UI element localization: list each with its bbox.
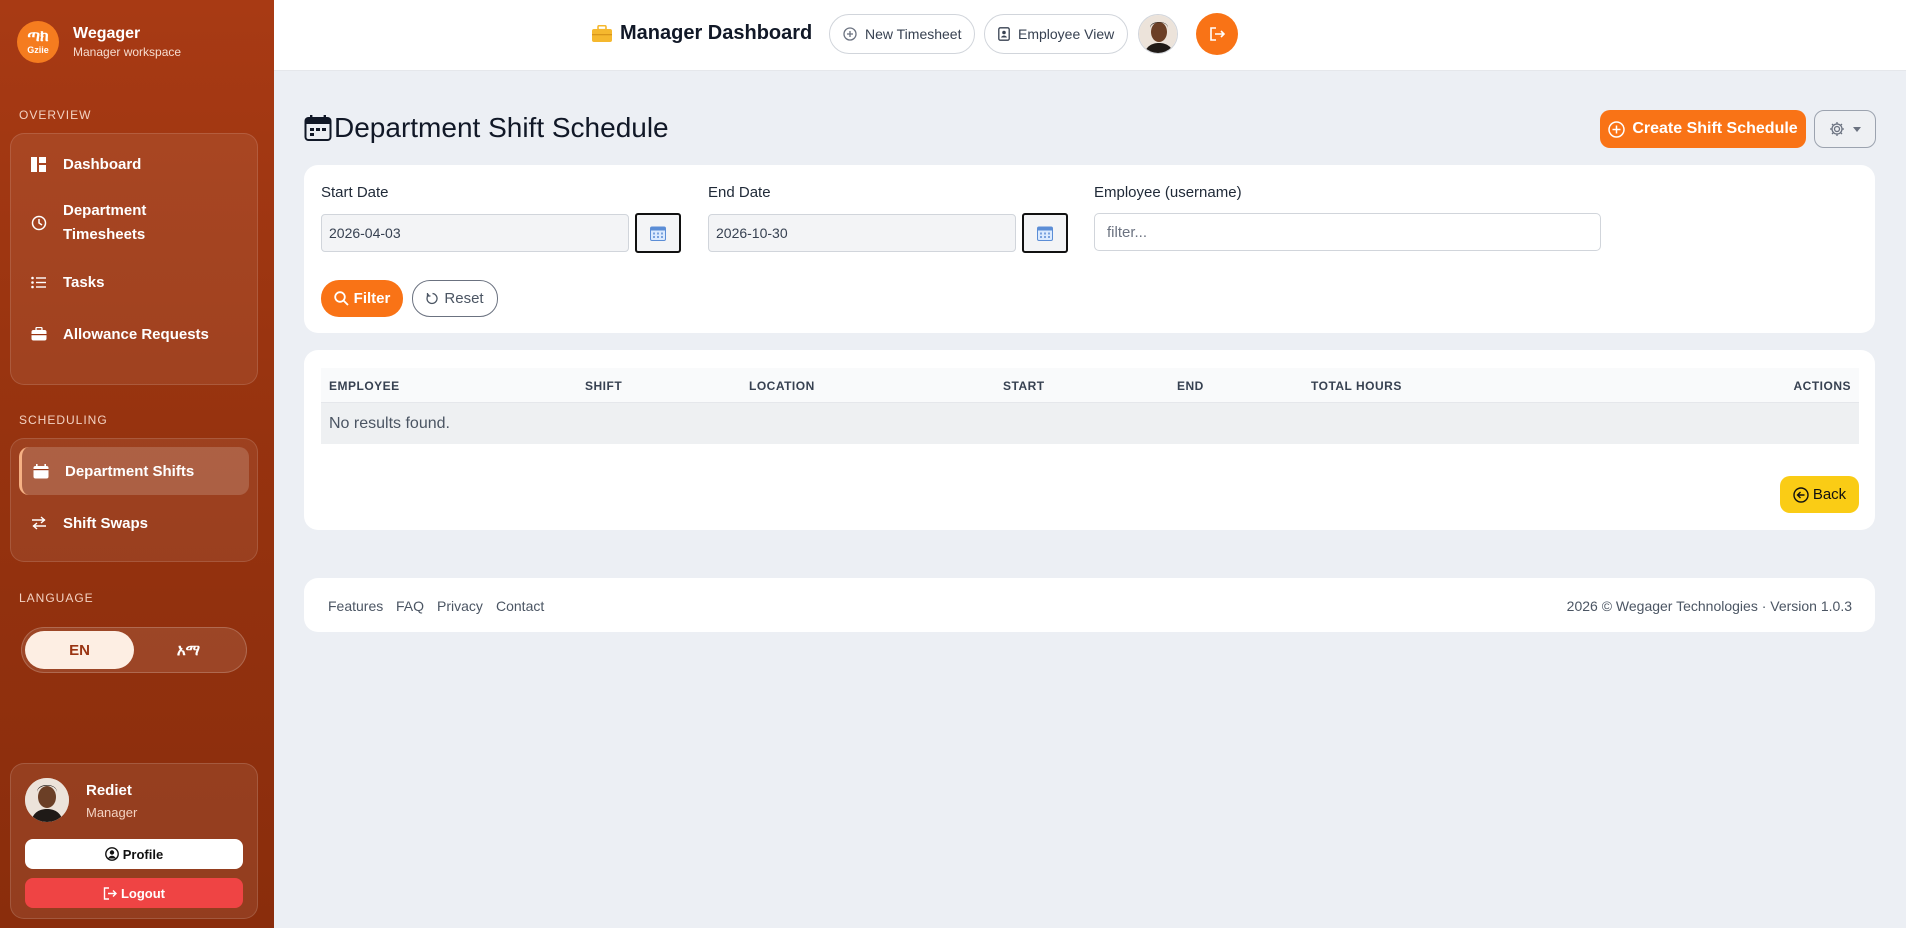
refresh-icon xyxy=(426,292,439,305)
footer-copyright: 2026 © Wegager Technologies · Version 1.… xyxy=(1566,598,1852,614)
footer-link-features[interactable]: Features xyxy=(328,598,383,614)
search-icon xyxy=(333,291,349,306)
footer-link-faq[interactable]: FAQ xyxy=(396,598,424,614)
manager-dashboard-title[interactable]: Manager Dashboard xyxy=(592,22,812,45)
sidebar-item-label: Dashboard xyxy=(63,155,142,173)
column-header-employee[interactable]: EMPLOYEE xyxy=(329,379,400,393)
new-timesheet-label: New Timesheet xyxy=(865,26,962,42)
page-title: Department Shift Schedule xyxy=(304,112,669,144)
brand-name: Wegager xyxy=(73,25,141,42)
column-header-shift[interactable]: SHIFT xyxy=(585,379,622,393)
plus-circle-icon xyxy=(1608,120,1626,138)
column-header-start[interactable]: START xyxy=(1003,379,1045,393)
table-header: EMPLOYEE SHIFT LOCATION START END TOTAL … xyxy=(321,368,1859,403)
manager-dashboard-title-text: Manager Dashboard xyxy=(620,22,813,44)
exit-button[interactable] xyxy=(1196,13,1238,55)
language-section-title: LANGUAGE xyxy=(19,591,94,605)
scheduling-nav: Department Shifts Shift Swaps xyxy=(10,438,258,562)
create-shift-schedule-label: Create Shift Schedule xyxy=(1632,120,1798,137)
employee-filter-input[interactable]: filter... xyxy=(1094,213,1601,251)
id-badge-icon xyxy=(998,27,1010,41)
create-shift-schedule-button[interactable]: Create Shift Schedule xyxy=(1600,110,1806,148)
column-header-total-hours[interactable]: TOTAL HOURS xyxy=(1311,379,1402,393)
arrow-left-circle-icon xyxy=(1793,486,1809,503)
brand-subtitle: Manager workspace xyxy=(73,45,182,59)
reset-label: Reset xyxy=(444,290,484,307)
calendar-icon xyxy=(304,114,332,142)
reset-button[interactable]: Reset xyxy=(412,280,498,317)
briefcase-icon xyxy=(31,327,53,341)
scheduling-section-title: SCHEDULING xyxy=(19,413,108,427)
column-header-location[interactable]: LOCATION xyxy=(749,379,815,393)
sidebar-item-label: Department Shifts xyxy=(65,462,195,480)
new-timesheet-button[interactable]: New Timesheet xyxy=(829,14,976,54)
sidebar-item-tasks[interactable]: Tasks xyxy=(11,256,257,308)
briefcase-icon xyxy=(592,25,612,42)
footer-link-contact[interactable]: Contact xyxy=(496,598,544,614)
calendar-icon xyxy=(1037,226,1053,241)
logout-label: Logout xyxy=(120,885,166,901)
sidebar-item-shift-swaps[interactable]: Shift Swaps xyxy=(11,495,257,551)
sidebar: ጣክ Gziie Wegager Manager workspace OVERV… xyxy=(0,0,274,928)
end-date-input[interactable]: 2026-10-30 xyxy=(708,214,1016,252)
user-card: Rediet Manager Profile Logout xyxy=(10,763,258,919)
brand[interactable]: ጣክ Gziie Wegager Manager workspace xyxy=(17,21,181,63)
no-results-row: No results found. xyxy=(321,403,1859,444)
employee-view-button[interactable]: Employee View xyxy=(984,14,1129,54)
sidebar-item-department-shifts[interactable]: Department Shifts xyxy=(19,447,249,495)
language-option-en[interactable]: EN xyxy=(25,631,134,669)
topbar: Manager Dashboard New Timesheet Employee… xyxy=(274,0,1906,71)
back-button[interactable]: Back xyxy=(1780,476,1859,513)
sidebar-item-label: Allowance Requests xyxy=(63,325,209,343)
list-icon xyxy=(31,276,53,289)
user-role: Manager xyxy=(86,805,138,820)
back-label: Back xyxy=(1812,486,1847,503)
end-date-picker-button[interactable] xyxy=(1022,213,1068,253)
column-header-end[interactable]: END xyxy=(1177,379,1204,393)
language-toggle: EN አማ xyxy=(21,627,247,673)
dashboard-icon xyxy=(31,156,53,172)
brand-logo-text: Gziie xyxy=(27,45,49,55)
calendar-icon xyxy=(33,463,55,479)
employee-view-label: Employee View xyxy=(1018,26,1115,42)
start-date-picker-button[interactable] xyxy=(635,213,681,253)
user-name: Rediet xyxy=(86,782,132,799)
start-date-label: Start Date xyxy=(321,184,389,201)
page-title-text: Department Shift Schedule xyxy=(334,112,669,143)
language-option-am[interactable]: አማ xyxy=(134,631,243,669)
calendar-icon xyxy=(650,226,666,241)
end-date-label: End Date xyxy=(708,184,771,201)
profile-label: Profile xyxy=(122,846,164,862)
sidebar-item-label: Department Timesheets xyxy=(63,202,147,243)
footer-link-privacy[interactable]: Privacy xyxy=(437,598,483,614)
filter-label: Filter xyxy=(353,290,391,307)
start-date-input[interactable]: 2026-04-03 xyxy=(321,214,629,252)
logout-button[interactable]: Logout xyxy=(25,878,243,908)
overview-section-title: OVERVIEW xyxy=(19,108,92,122)
swap-icon xyxy=(31,516,53,530)
settings-dropdown-button[interactable] xyxy=(1814,110,1876,148)
gear-icon xyxy=(1829,121,1845,137)
sidebar-item-allowance-requests[interactable]: Allowance Requests xyxy=(11,308,257,360)
brand-logo: ጣክ Gziie xyxy=(17,21,59,63)
avatar[interactable] xyxy=(1138,14,1178,54)
sidebar-item-dashboard[interactable]: Dashboard xyxy=(11,138,257,190)
sidebar-item-label: Shift Swaps xyxy=(63,514,149,532)
logout-icon xyxy=(103,886,117,900)
logout-icon xyxy=(1209,27,1225,41)
avatar xyxy=(25,778,69,822)
filter-button[interactable]: Filter xyxy=(321,280,403,317)
chevron-down-icon xyxy=(1853,126,1861,132)
plus-circle-icon xyxy=(843,27,857,41)
clock-icon xyxy=(31,215,53,231)
column-header-actions: ACTIONS xyxy=(1793,379,1851,393)
profile-button[interactable]: Profile xyxy=(25,839,243,869)
sidebar-item-label: Tasks xyxy=(63,273,105,291)
employee-username-label: Employee (username) xyxy=(1094,184,1242,201)
sidebar-item-department-timesheets[interactable]: Department Timesheets xyxy=(11,190,257,256)
brand-logo-glyph: ጣክ xyxy=(27,28,49,45)
user-circle-icon xyxy=(104,847,119,861)
overview-nav: Dashboard Department Timesheets Tasks Al… xyxy=(10,133,258,385)
